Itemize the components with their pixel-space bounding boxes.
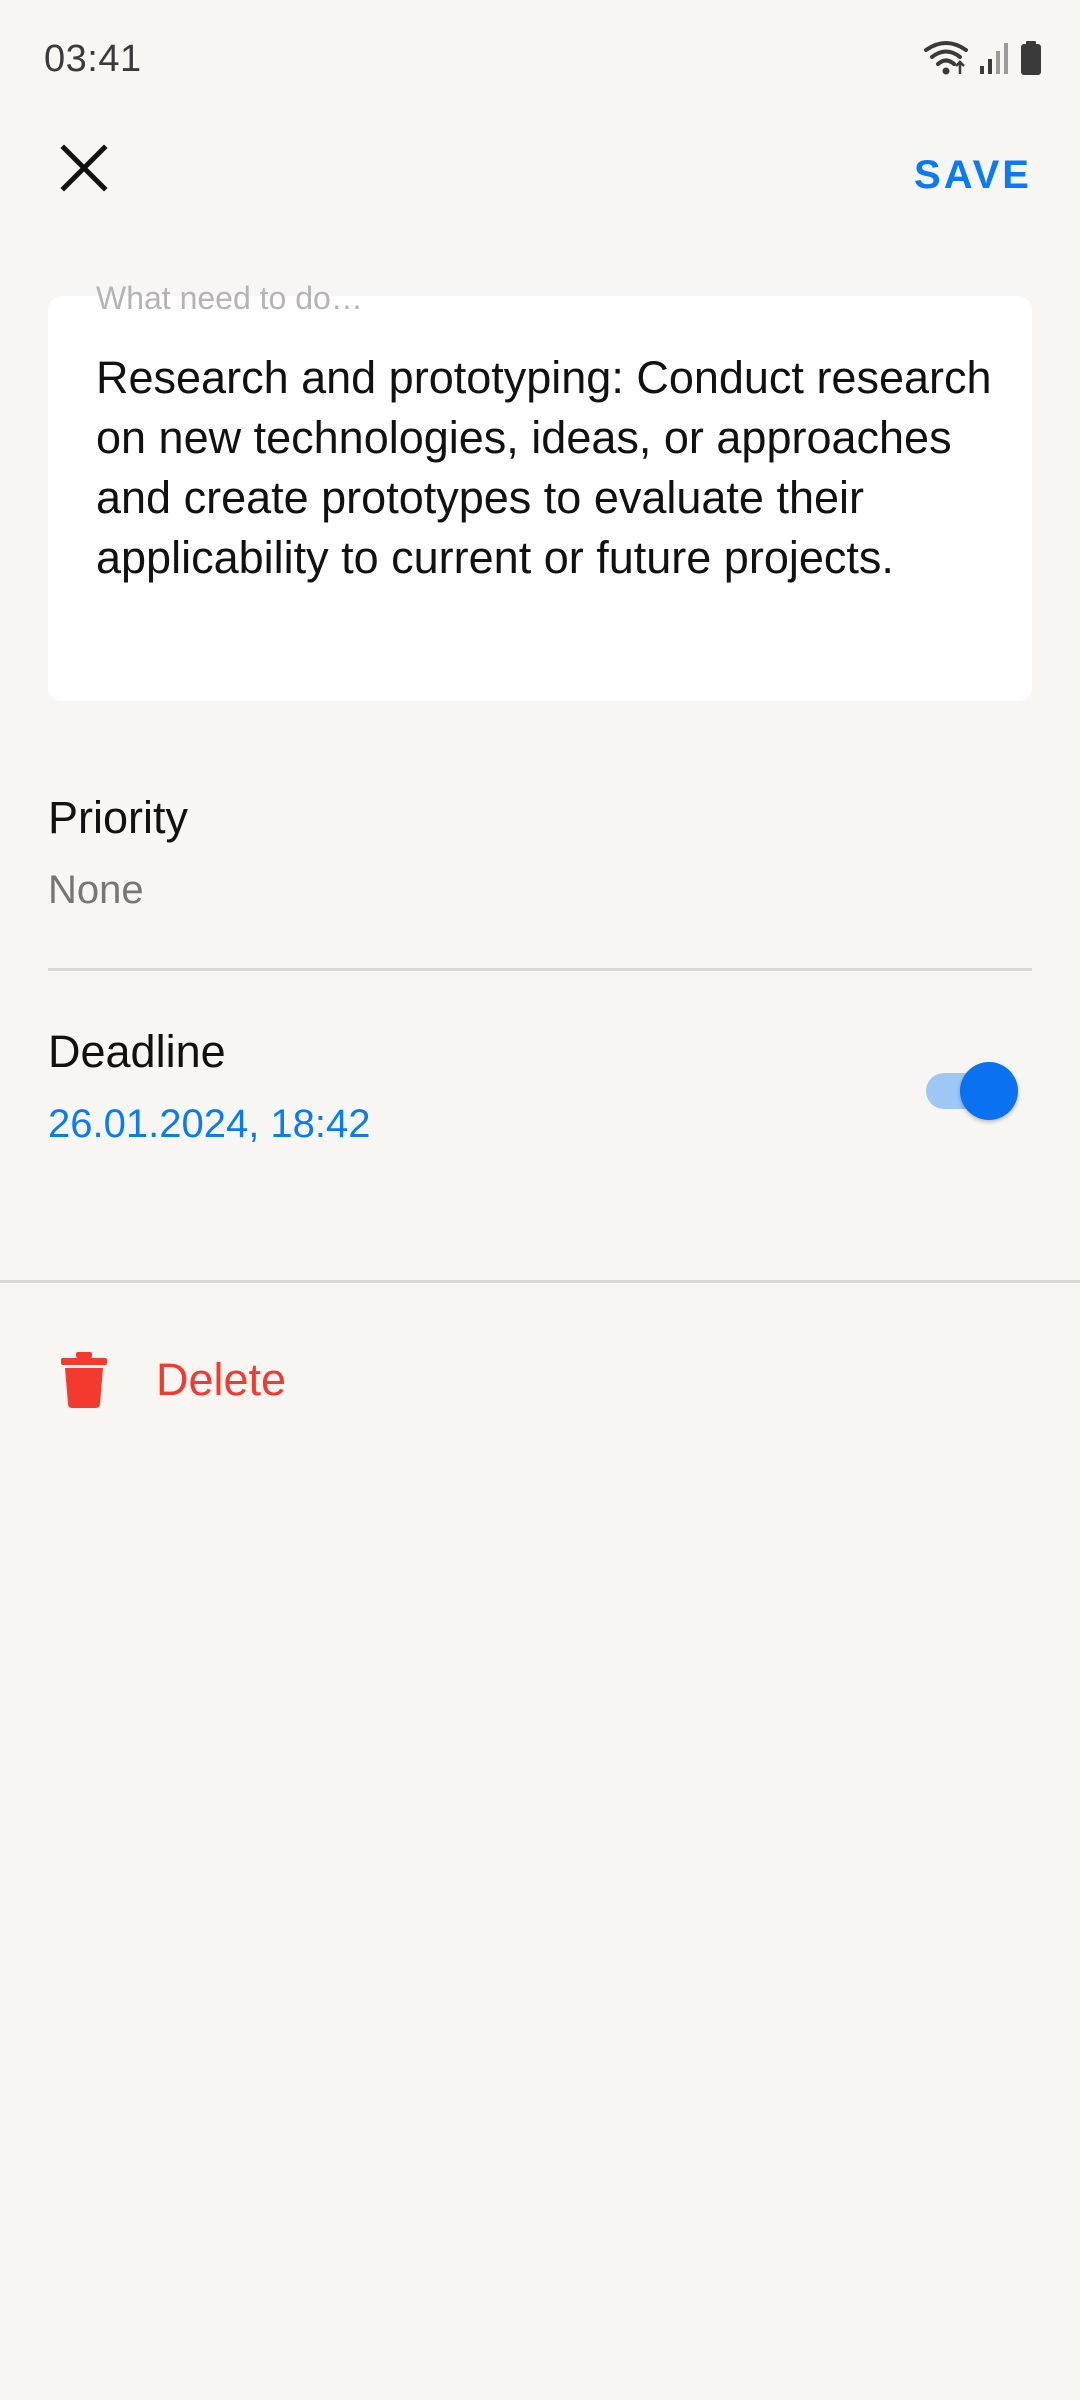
deadline-date-value[interactable]: 26.01.2024, 18:42 <box>48 1102 371 1147</box>
save-button[interactable]: SAVE <box>914 145 1032 205</box>
status-bar: 03:41 <box>0 0 1080 120</box>
deadline-label: Deadline <box>48 1026 226 1077</box>
delete-button[interactable]: Delete <box>48 1340 286 1420</box>
trash-icon <box>48 1344 120 1416</box>
status-time: 03:41 <box>44 38 142 80</box>
delete-label: Delete <box>156 1354 287 1405</box>
task-text-field[interactable]: Research and prototyping: Conduct resear… <box>48 296 1032 701</box>
divider <box>0 1280 1080 1283</box>
deadline-toggle[interactable] <box>924 1060 1024 1122</box>
divider <box>48 968 1032 971</box>
battery-icon <box>1020 41 1042 75</box>
signal-icon <box>980 42 1010 74</box>
close-icon <box>60 143 108 197</box>
wifi-icon <box>922 40 970 76</box>
task-placeholder-label: What need to do… <box>96 280 363 316</box>
toggle-thumb <box>960 1062 1018 1120</box>
close-button[interactable] <box>44 130 124 210</box>
status-icons <box>922 38 1042 78</box>
priority-value[interactable]: None <box>48 868 144 913</box>
priority-label: Priority <box>48 792 189 843</box>
task-text[interactable]: Research and prototyping: Conduct resear… <box>96 348 996 588</box>
